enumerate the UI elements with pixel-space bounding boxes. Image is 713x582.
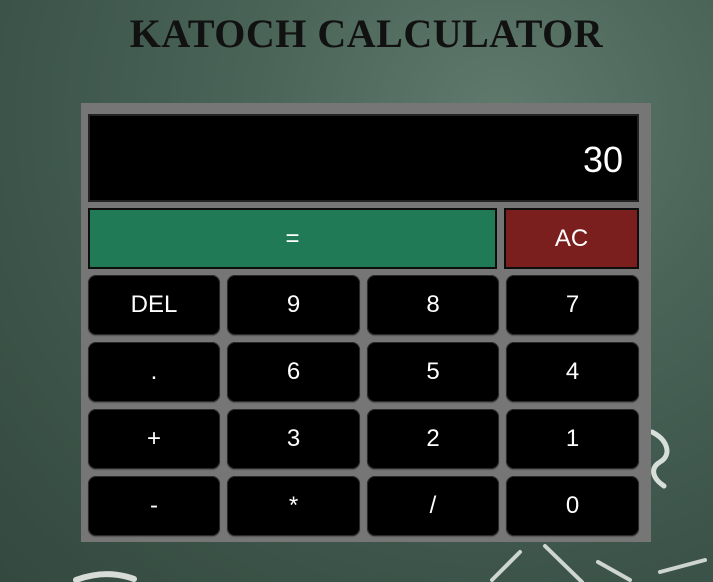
digit-1-button[interactable]: 1 xyxy=(506,409,639,469)
digit-8-button[interactable]: 8 xyxy=(367,275,499,335)
digit-5-button[interactable]: 5 xyxy=(367,342,499,402)
digit-2-button[interactable]: 2 xyxy=(367,409,499,469)
page-title: KATOCH CALCULATOR xyxy=(129,11,604,56)
multiply-button[interactable]: * xyxy=(227,476,360,536)
digit-0-button[interactable]: 0 xyxy=(506,476,639,536)
digit-9-button[interactable]: 9 xyxy=(227,275,360,335)
digit-3-button[interactable]: 3 xyxy=(227,409,360,469)
minus-button[interactable]: - xyxy=(88,476,220,536)
all-clear-button[interactable]: AC xyxy=(504,208,639,269)
digit-7-button[interactable]: 7 xyxy=(506,275,639,335)
calculator-display: 30 xyxy=(88,114,639,202)
calculator: 30 = AC DEL 9 8 7 . 6 5 4 + 3 2 1 - * / … xyxy=(81,103,651,542)
digit-4-button[interactable]: 4 xyxy=(506,342,639,402)
plus-button[interactable]: + xyxy=(88,409,220,469)
divide-button[interactable]: / xyxy=(367,476,499,536)
equals-button[interactable]: = xyxy=(88,208,497,269)
delete-button[interactable]: DEL xyxy=(88,275,220,335)
digit-6-button[interactable]: 6 xyxy=(227,342,360,402)
decimal-button[interactable]: . xyxy=(88,342,220,402)
